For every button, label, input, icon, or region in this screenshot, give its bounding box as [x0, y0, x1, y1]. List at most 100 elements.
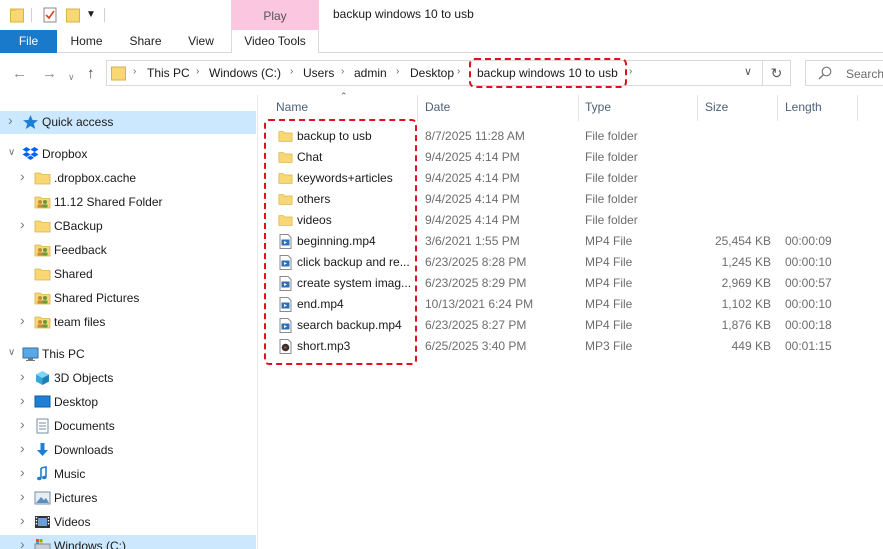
breadcrumb-users[interactable]: Users: [303, 66, 334, 80]
sort-ascending-icon: ⌃: [340, 91, 348, 101]
chevron-right-icon[interactable]: ›: [196, 66, 199, 77]
chevron-right-icon[interactable]: ›: [8, 112, 13, 128]
column-divider[interactable]: [857, 95, 858, 121]
nav-tree-item-label: Downloads: [54, 443, 114, 457]
nav-tree-item[interactable]: › 3D Objects: [0, 367, 256, 390]
chevron-right-icon[interactable]: ›: [133, 66, 136, 77]
file-date: 6/23/2025 8:27 PM: [425, 318, 527, 332]
nav-tree-item-label: Music: [54, 467, 86, 481]
back-arrow-icon[interactable]: ←: [12, 66, 27, 82]
recent-locations-chevron-icon[interactable]: ∨: [68, 69, 75, 85]
play-contextual-tab[interactable]: Play: [231, 0, 319, 30]
window-title: backup windows 10 to usb: [333, 7, 474, 21]
chevron-right-icon[interactable]: ›: [20, 464, 25, 480]
nav-tree-item-label: Pictures: [54, 491, 98, 505]
column-header-name[interactable]: Name: [276, 95, 308, 121]
chevron-right-icon[interactable]: ›: [20, 440, 25, 456]
file-date: 6/23/2025 8:28 PM: [425, 255, 527, 269]
nav-tree-item[interactable]: 11.12 Shared Folder: [0, 191, 256, 214]
nav-tree-item[interactable]: › Pictures: [0, 487, 256, 510]
chevron-right-icon[interactable]: ›: [20, 416, 25, 432]
breadcrumb-desktop[interactable]: Desktop: [410, 66, 454, 80]
new-folder-icon[interactable]: [66, 7, 80, 23]
column-divider[interactable]: [697, 95, 698, 121]
file-type: MP4 File: [585, 234, 633, 248]
file-list: Name ⌃ Date Type Size Length backup to u…: [259, 91, 883, 549]
column-divider[interactable]: [777, 95, 778, 121]
nav-tree-item[interactable]: › Downloads: [0, 439, 256, 462]
column-divider[interactable]: [578, 95, 579, 121]
chevron-right-icon[interactable]: ›: [20, 488, 25, 504]
nav-tree-item-label: Feedback: [54, 243, 107, 257]
nav-tree-item[interactable]: › Music: [0, 463, 256, 486]
nav-tree-item[interactable]: Feedback: [0, 239, 256, 262]
breadcrumb-windows-c[interactable]: Windows (C:): [209, 66, 281, 80]
nav-tree-item-label: 3D Objects: [54, 371, 114, 385]
chevron-right-icon[interactable]: ›: [20, 312, 25, 328]
chevron-right-icon[interactable]: ›: [341, 66, 344, 77]
search-input-placeholder[interactable]: Search: [846, 67, 883, 81]
refresh-icon[interactable]: ↻: [763, 60, 791, 86]
address-bar[interactable]: › This PC › Windows (C:) › Users › admin…: [106, 58, 763, 88]
folder-icon[interactable]: [10, 7, 24, 23]
nav-tree-item-label: 11.12 Shared Folder: [54, 195, 163, 209]
chevron-right-icon[interactable]: ›: [457, 66, 460, 77]
file-date: 9/4/2025 4:14 PM: [425, 192, 520, 206]
breadcrumb-admin[interactable]: admin: [354, 66, 387, 80]
divider: [31, 8, 32, 22]
nav-tree-item[interactable]: Shared Pictures: [0, 287, 256, 310]
tab-view[interactable]: View: [176, 30, 226, 53]
chevron-right-icon[interactable]: ›: [20, 512, 25, 528]
nav-tree-item[interactable]: › .dropbox.cache: [0, 167, 256, 190]
chevron-right-icon[interactable]: ›: [20, 392, 25, 408]
chevron-right-icon[interactable]: ›: [20, 216, 25, 232]
nav-tree-item[interactable]: ∨ Dropbox: [0, 143, 256, 166]
desktop-icon: [34, 394, 51, 410]
ribbon-tabs: File Home Share View Video Tools: [0, 30, 883, 54]
file-type: File folder: [585, 213, 638, 227]
forward-arrow-icon[interactable]: →: [42, 66, 57, 82]
breadcrumb-this-pc[interactable]: This PC: [147, 66, 190, 80]
nav-tree-item[interactable]: › Quick access: [0, 111, 256, 134]
nav-tree-item[interactable]: › CBackup: [0, 215, 256, 238]
chevron-down-icon[interactable]: ∨: [8, 347, 15, 358]
chevron-right-icon[interactable]: ›: [290, 66, 293, 77]
file-type: MP4 File: [585, 276, 633, 290]
properties-icon[interactable]: [43, 7, 57, 23]
search-box[interactable]: Search: [805, 60, 883, 86]
tab-share[interactable]: Share: [117, 30, 174, 53]
nav-tree-item[interactable]: Shared: [0, 263, 256, 286]
chevron-right-icon[interactable]: ›: [396, 66, 399, 77]
nav-tree-item[interactable]: › team files: [0, 311, 256, 334]
file-type: MP4 File: [585, 318, 633, 332]
column-header-size[interactable]: Size: [705, 95, 728, 121]
nav-tree-item[interactable]: › Windows (C:): [0, 535, 256, 549]
file-date: 10/13/2021 6:24 PM: [425, 297, 534, 311]
nav-tree-item[interactable]: › Documents: [0, 415, 256, 438]
column-header-length[interactable]: Length: [785, 95, 822, 121]
tab-file[interactable]: File: [0, 30, 57, 53]
file-size: 25,454 KB: [714, 234, 771, 248]
chevron-down-icon[interactable]: ∨: [8, 147, 15, 158]
nav-tree-item[interactable]: › Desktop: [0, 391, 256, 414]
column-divider[interactable]: [417, 95, 418, 121]
column-header-date[interactable]: Date: [425, 95, 450, 121]
chevron-right-icon[interactable]: ›: [20, 168, 25, 184]
column-header-type[interactable]: Type: [585, 95, 611, 121]
up-arrow-icon[interactable]: ↑: [87, 66, 95, 82]
nav-tree-item[interactable]: ∨ This PC: [0, 343, 256, 366]
videos-icon: [34, 514, 51, 530]
download-icon: [34, 442, 51, 458]
tab-video-tools[interactable]: Video Tools: [231, 30, 319, 54]
file-length: 00:01:15: [785, 339, 832, 353]
address-history-chevron-icon[interactable]: ∨: [744, 65, 752, 78]
customize-toolbar-chevron-icon[interactable]: ▼: [86, 8, 96, 22]
tab-home[interactable]: Home: [58, 30, 115, 53]
divider: [104, 8, 105, 22]
file-date: 9/4/2025 4:14 PM: [425, 171, 520, 185]
nav-tree-item[interactable]: › Videos: [0, 511, 256, 534]
chevron-right-icon[interactable]: ›: [20, 368, 25, 384]
chevron-right-icon[interactable]: ›: [629, 66, 632, 77]
file-date: 6/25/2025 3:40 PM: [425, 339, 527, 353]
chevron-right-icon[interactable]: ›: [20, 536, 25, 549]
